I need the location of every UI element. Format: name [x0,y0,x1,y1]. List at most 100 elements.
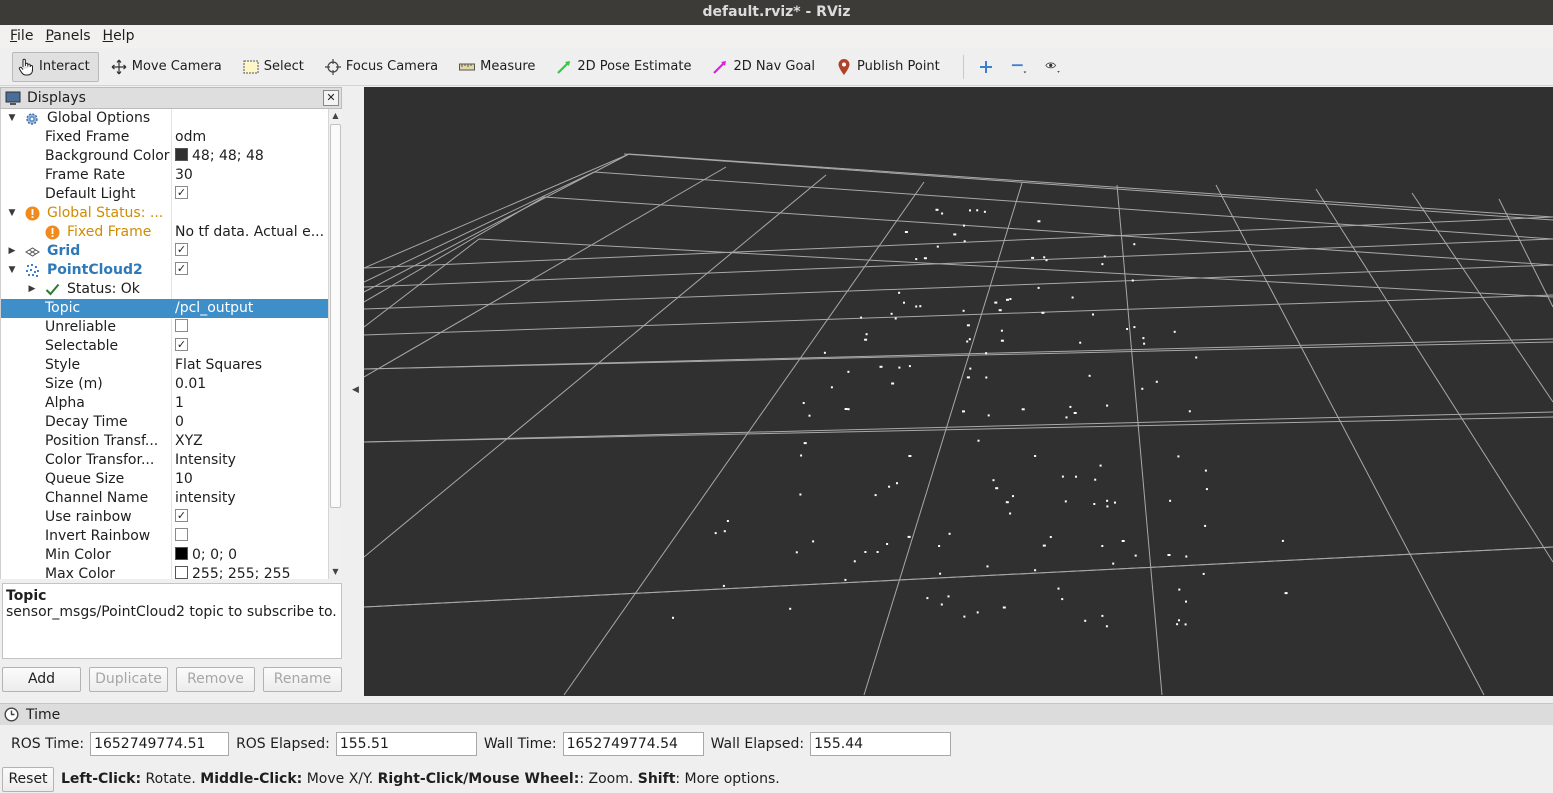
tree-row-topic[interactable]: Topic /pcl_output [1,299,328,318]
default-light-checkbox[interactable]: ✓ [175,186,188,199]
color-transformer-value[interactable]: Intensity [175,451,328,470]
collapse-left-arrow-icon[interactable]: ◀ [352,385,359,395]
2d-nav-goal-tool[interactable]: 2D Nav Goal [706,52,824,82]
cloud-point [963,615,966,618]
cloud-point [985,352,988,355]
cloud-point [864,338,868,341]
menu-panels[interactable]: Panels [39,25,96,48]
remove-tool-button[interactable] [1006,52,1038,82]
queue-size-value[interactable]: 10 [175,470,328,489]
wall-time-field[interactable]: 1652749774.54 [562,732,704,756]
interact-tool[interactable]: Interact [12,51,99,82]
scrollbar-thumb[interactable] [330,124,341,508]
focus-camera-tool[interactable]: Focus Camera [319,52,447,82]
max-color-swatch[interactable] [175,566,188,579]
scroll-up-arrow-icon[interactable]: ▲ [329,109,342,123]
tree-row-selectable[interactable]: Selectable ✓ [1,337,328,356]
cloud-point [1106,499,1109,502]
tree-row-queue-size[interactable]: Queue Size 10 [1,470,328,489]
tree-row-channel-name[interactable]: Channel Name intensity [1,489,328,508]
background-color-swatch[interactable] [175,148,188,161]
selectable-checkbox[interactable]: ✓ [175,338,188,351]
tree-row-frame-rate[interactable]: Frame Rate 30 [1,166,328,185]
displays-scrollbar[interactable]: ▲ ▼ [328,109,342,579]
alpha-value[interactable]: 1 [175,394,328,413]
topic-value[interactable]: /pcl_output [175,299,328,318]
tree-row-fixed-frame[interactable]: Fixed Frame odm [1,128,328,147]
tree-row-size[interactable]: Size (m) 0.01 [1,375,328,394]
publish-point-tool[interactable]: Publish Point [830,52,949,82]
cloud-point [1042,544,1046,547]
tree-row-global-options[interactable]: ▼ Global Options [1,109,328,128]
expanded-arrow-icon[interactable]: ▼ [7,204,17,223]
tree-row-status-fixed-frame[interactable]: Fixed Frame No tf data. Actual e... [1,223,328,242]
position-transformer-value[interactable]: XYZ [175,432,328,451]
add-display-button[interactable]: Add [2,667,81,692]
cloud-point [891,382,895,385]
cloud-point [1057,587,1060,590]
tree-row-status-ok[interactable]: ▶ Status: Ok [1,280,328,299]
tree-row-position-transformer[interactable]: Position Transf... XYZ [1,432,328,451]
invert-rainbow-checkbox[interactable] [175,528,188,541]
tree-label: Unreliable [45,319,116,335]
grid-enabled-checkbox[interactable]: ✓ [175,243,188,256]
decay-time-value[interactable]: 0 [175,413,328,432]
fixed-frame-value[interactable]: odm [175,128,328,147]
wall-elapsed-field[interactable]: 155.44 [810,732,952,756]
wall-elapsed-label: Wall Elapsed: [710,736,805,752]
panel-splitter[interactable]: ◀ [346,87,364,697]
scroll-down-arrow-icon[interactable]: ▼ [329,565,342,579]
ros-time-field[interactable]: 1652749774.51 [90,732,230,756]
tree-row-style[interactable]: Style Flat Squares [1,356,328,375]
unreliable-checkbox[interactable] [175,319,188,332]
rename-display-button[interactable]: Rename [263,667,342,692]
select-tool[interactable]: Select [237,52,313,82]
tree-row-max-color[interactable]: Max Color 255; 255; 255 [1,565,328,579]
viewport-scene[interactable] [364,87,1553,696]
tree-row-unreliable[interactable]: Unreliable [1,318,328,337]
menu-file[interactable]: File [4,25,39,48]
displays-tree: ▼ Global Options Fixed Frame odm Backgro… [0,109,328,579]
tree-row-color-transformer[interactable]: Color Transfor... Intensity [1,451,328,470]
tree-row-background-color[interactable]: Background Color 48; 48; 48 [1,147,328,166]
use-rainbow-checkbox[interactable]: ✓ [175,509,188,522]
tree-row-alpha[interactable]: Alpha 1 [1,394,328,413]
reset-button[interactable]: Reset [2,766,54,792]
measure-tool[interactable]: Measure [453,52,544,82]
cloud-point [672,616,674,619]
tree-row-pointcloud2[interactable]: ▼ PointCloud2 ✓ [1,261,328,280]
tree-row-decay-time[interactable]: Decay Time 0 [1,413,328,432]
ros-elapsed-field[interactable]: 155.51 [335,732,477,756]
collapsed-arrow-icon[interactable]: ▶ [27,280,37,299]
tree-row-default-light[interactable]: Default Light ✓ [1,185,328,204]
collapsed-arrow-icon[interactable]: ▶ [7,242,17,261]
2d-pose-estimate-tool[interactable]: 2D Pose Estimate [550,52,700,82]
view-options-button[interactable] [1040,52,1072,82]
frame-rate-value[interactable]: 30 [175,166,328,185]
channel-name-value[interactable]: intensity [175,489,328,508]
cloud-point [1000,329,1003,332]
tree-row-grid[interactable]: ▶ Grid ✓ [1,242,328,261]
render-viewport[interactable] [364,87,1553,696]
pointcloud2-enabled-checkbox[interactable]: ✓ [175,262,188,275]
cloud-point [1093,503,1096,505]
style-value[interactable]: Flat Squares [175,356,328,375]
tree-row-invert-rainbow[interactable]: Invert Rainbow [1,527,328,546]
menu-help[interactable]: Help [97,25,141,48]
move-camera-tool[interactable]: Move Camera [105,52,231,82]
tree-row-min-color[interactable]: Min Color 0; 0; 0 [1,546,328,565]
cloud-point [823,351,826,354]
cloud-point [940,603,943,606]
cloud-point [1106,404,1109,407]
expanded-arrow-icon[interactable]: ▼ [7,261,17,280]
size-value[interactable]: 0.01 [175,375,328,394]
cloud-point [926,597,929,600]
tree-row-global-status[interactable]: ▼ Global Status: ... [1,204,328,223]
tree-row-use-rainbow[interactable]: Use rainbow ✓ [1,508,328,527]
min-color-swatch[interactable] [175,547,188,560]
add-tool-button[interactable] [972,52,1004,82]
duplicate-display-button[interactable]: Duplicate [89,667,168,692]
expanded-arrow-icon[interactable]: ▼ [7,109,17,128]
remove-display-button[interactable]: Remove [176,667,255,692]
close-panel-button[interactable]: ✕ [323,90,339,106]
